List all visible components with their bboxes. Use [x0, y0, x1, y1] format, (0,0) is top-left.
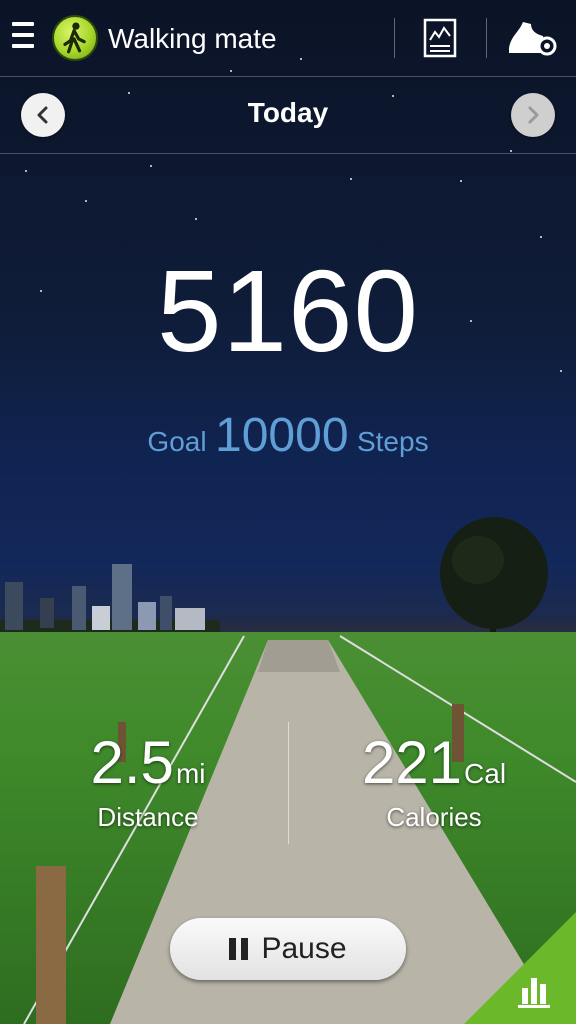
- tree: [440, 517, 548, 640]
- app-title: Walking mate: [108, 23, 277, 54]
- step-goal: Goal 10000 Steps: [0, 408, 576, 463]
- action-bar-separator: [486, 18, 487, 58]
- action-bar-separator: [394, 18, 395, 58]
- stats-divider: [288, 722, 289, 844]
- distance-unit: mi: [175, 758, 206, 789]
- city-skyline: [0, 564, 220, 638]
- pause-button[interactable]: Pause: [170, 918, 406, 980]
- chevron-right-icon: [528, 106, 539, 124]
- calories-label: Calories: [386, 802, 482, 832]
- pause-label: Pause: [261, 932, 347, 965]
- calories-unit: Cal: [464, 758, 507, 789]
- goal-value: 10000: [215, 409, 349, 462]
- date-title: Today: [247, 97, 329, 128]
- step-count: 5160: [156, 246, 420, 376]
- goal-label: Goal: [147, 426, 207, 457]
- bar-chart-button[interactable]: [464, 912, 576, 1024]
- goal-unit: Steps: [356, 426, 429, 457]
- distance-stat: 2.5mi Distance: [60, 728, 236, 833]
- walking-person-icon[interactable]: [52, 15, 98, 61]
- distance-value: 2.5: [90, 729, 174, 796]
- date-bar: Today: [0, 77, 576, 154]
- pause-icon: [229, 938, 249, 960]
- calories-stat: 221Cal Calories: [346, 728, 522, 833]
- distance-label: Distance: [97, 802, 199, 832]
- chart-document-icon[interactable]: [420, 18, 460, 58]
- next-day-button[interactable]: [511, 93, 555, 137]
- action-bar: Walking mate: [0, 0, 576, 77]
- shoe-settings-icon[interactable]: [505, 18, 557, 58]
- menu-icon[interactable]: [12, 22, 34, 54]
- calories-value: 221: [361, 729, 463, 796]
